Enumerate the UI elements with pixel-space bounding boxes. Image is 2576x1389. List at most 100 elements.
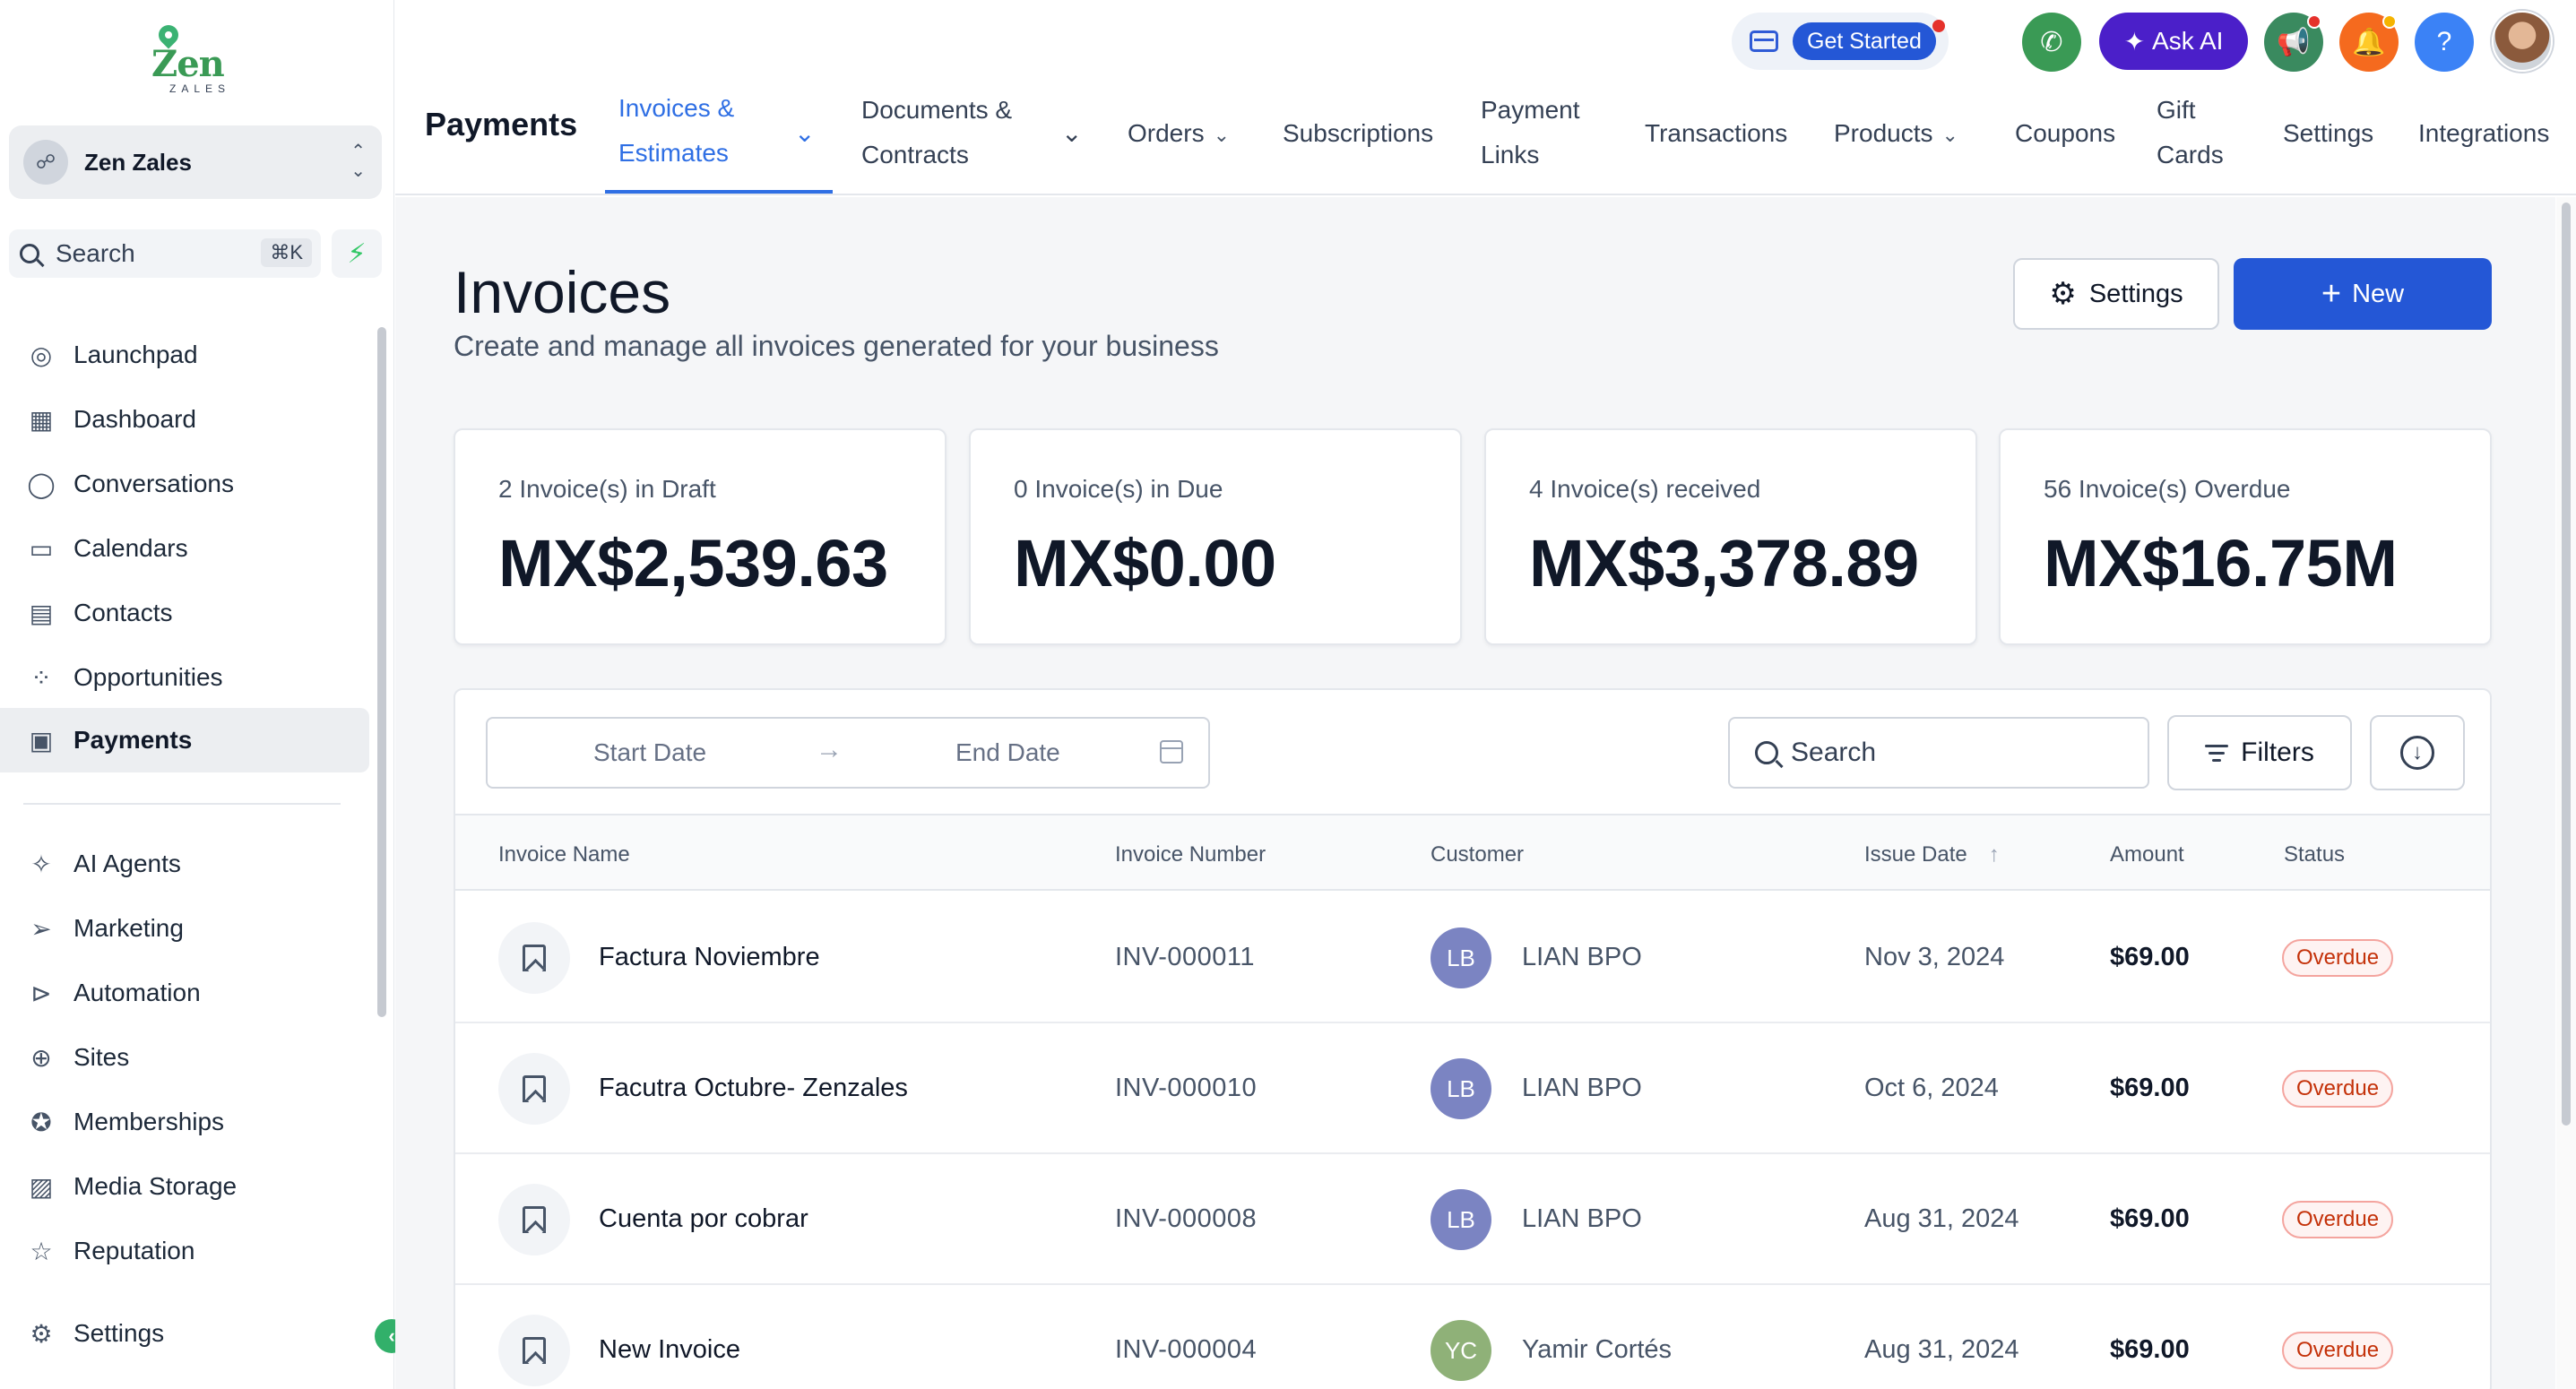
tab-label-line1: Gift bbox=[2157, 96, 2196, 124]
bell-icon: 🔔 bbox=[2352, 27, 2386, 57]
column-header-issue-date[interactable]: Issue Date ↑ bbox=[1864, 842, 2000, 867]
table-search[interactable] bbox=[1728, 717, 2149, 789]
sidebar-item-calendars[interactable]: ▭ Calendars bbox=[0, 516, 369, 581]
calendar-icon[interactable] bbox=[1160, 740, 1183, 764]
sidebar-item-reputation[interactable]: ☆ Reputation bbox=[0, 1219, 369, 1283]
new-invoice-button[interactable]: + New bbox=[2234, 258, 2492, 330]
help-button[interactable]: ? bbox=[2415, 13, 2474, 72]
invoice-name[interactable]: Facutra Octubre- Zenzales bbox=[599, 1074, 908, 1103]
globe-icon: ⊕ bbox=[30, 1043, 52, 1072]
sidebar-item-settings[interactable]: ⚙ Settings bbox=[0, 1301, 369, 1366]
stat-card-overdue[interactable]: 56 Invoice(s) Overdue MX$16.75M bbox=[1999, 428, 2492, 645]
sidebar-item-contacts[interactable]: ▤ Contacts bbox=[0, 581, 369, 645]
invoice-document-icon bbox=[498, 1053, 570, 1125]
chevron-down-icon: ⌄ bbox=[1941, 124, 1958, 146]
invoice-name[interactable]: Cuenta por cobrar bbox=[599, 1204, 808, 1234]
quick-actions-button[interactable]: ⚡ bbox=[332, 229, 382, 278]
stat-card-due[interactable]: 0 Invoice(s) in Due MX$0.00 bbox=[969, 428, 1462, 645]
stat-card-draft[interactable]: 2 Invoice(s) in Draft MX$2,539.63 bbox=[454, 428, 947, 645]
tab-orders[interactable]: Orders ⌄ bbox=[1128, 111, 1230, 158]
sidebar-item-memberships[interactable]: ✪ Memberships bbox=[0, 1090, 369, 1154]
sidebar-divider bbox=[23, 803, 341, 805]
filters-button[interactable]: Filters bbox=[2167, 715, 2352, 790]
main-scrollbar[interactable] bbox=[2556, 197, 2576, 1389]
invoice-document-icon bbox=[498, 1184, 570, 1255]
tab-integrations[interactable]: Integrations bbox=[2418, 111, 2549, 156]
column-header-status[interactable]: Status bbox=[2284, 842, 2345, 867]
table-row[interactable]: Factura Noviembre INV-000011 LB LIAN BPO… bbox=[455, 893, 2490, 1023]
stat-value: MX$16.75M bbox=[2044, 526, 2398, 600]
download-button[interactable]: ↓ bbox=[2370, 715, 2465, 790]
column-header-amount[interactable]: Amount bbox=[2110, 842, 2184, 867]
sidebar-item-payments[interactable]: ▣ Payments bbox=[0, 708, 369, 772]
account-switcher[interactable]: ☍ Zen Zales ⌃ ⌄ bbox=[9, 125, 382, 199]
zen-zales-logo[interactable]: Zen ZALES bbox=[148, 21, 238, 95]
credit-card-icon bbox=[1750, 30, 1778, 52]
ask-ai-button[interactable]: ✦ Ask AI bbox=[2099, 13, 2248, 70]
start-date-field[interactable]: Start Date bbox=[593, 738, 706, 767]
column-header-customer[interactable]: Customer bbox=[1431, 842, 1524, 867]
sidebar-item-sites[interactable]: ⊕ Sites bbox=[0, 1025, 369, 1090]
tab-products[interactable]: Products ⌄ bbox=[1834, 111, 1958, 158]
amount: $69.00 bbox=[2110, 1074, 2190, 1102]
table-row[interactable]: Cuenta por cobrar INV-000008 LB LIAN BPO… bbox=[455, 1154, 2490, 1285]
sidebar-item-marketing[interactable]: ➢ Marketing bbox=[0, 896, 369, 961]
contacts-icon: ▤ bbox=[29, 599, 54, 627]
announcements-button[interactable]: 📢 bbox=[2264, 13, 2323, 72]
end-date-field[interactable]: End Date bbox=[955, 738, 1060, 767]
search-icon bbox=[20, 244, 39, 263]
invoice-number: INV-000004 bbox=[1115, 1335, 1258, 1364]
invoice-document-icon bbox=[498, 922, 570, 994]
tab-gift-cards[interactable]: Gift Cards bbox=[2157, 88, 2224, 177]
sidebar-item-label: Launchpad bbox=[73, 341, 198, 368]
sidebar-item-dashboard[interactable]: ▦ Dashboard bbox=[0, 387, 369, 452]
tab-settings[interactable]: Settings bbox=[2283, 111, 2373, 156]
tab-documents-contracts[interactable]: Documents & Contracts bbox=[861, 88, 1012, 177]
account-name: Zen Zales bbox=[84, 148, 192, 176]
table-row[interactable]: Facutra Octubre- Zenzales INV-000010 LB … bbox=[455, 1023, 2490, 1154]
tab-subscriptions[interactable]: Subscriptions bbox=[1283, 111, 1433, 156]
column-header-invoice-name[interactable]: Invoice Name bbox=[498, 842, 630, 867]
sidebar-item-media-storage[interactable]: ▨ Media Storage bbox=[0, 1154, 369, 1219]
table-search-input[interactable] bbox=[1791, 738, 2131, 768]
sidebar-item-label: Opportunities bbox=[73, 663, 223, 691]
issue-date: Aug 31, 2024 bbox=[1864, 1335, 2019, 1364]
sidebar-item-automation[interactable]: ⊳ Automation bbox=[0, 961, 369, 1025]
user-avatar[interactable] bbox=[2492, 11, 2553, 72]
invoice-settings-button[interactable]: ⚙ Settings bbox=[2013, 258, 2219, 330]
tab-label-line1: Documents & bbox=[861, 96, 1013, 124]
main-scrollbar-thumb[interactable] bbox=[2562, 203, 2571, 1126]
table-row[interactable]: New Invoice INV-000004 YC Yamir Cortés A… bbox=[455, 1285, 2490, 1389]
sparkles-icon: ✦ bbox=[2123, 27, 2146, 56]
column-header-invoice-number[interactable]: Invoice Number bbox=[1115, 842, 1266, 867]
issue-date: Nov 3, 2024 bbox=[1864, 943, 2005, 971]
customer-avatar: LB bbox=[1431, 1058, 1491, 1119]
stat-card-received[interactable]: 4 Invoice(s) received MX$3,378.89 bbox=[1484, 428, 1977, 645]
sidebar-item-conversations[interactable]: ◯ Conversations bbox=[0, 452, 369, 516]
invoice-name[interactable]: New Invoice bbox=[599, 1335, 740, 1365]
sidebar-item-ai-agents[interactable]: ✧ AI Agents bbox=[0, 832, 369, 896]
get-started-button[interactable]: Get Started bbox=[1793, 22, 1936, 60]
filters-label: Filters bbox=[2241, 738, 2314, 767]
notifications-button[interactable]: 🔔 bbox=[2339, 13, 2399, 72]
sidebar-item-label: AI Agents bbox=[73, 850, 181, 877]
phone-button[interactable]: ✆ bbox=[2022, 13, 2081, 72]
date-range-picker[interactable]: Start Date → End Date bbox=[486, 717, 1210, 789]
chevron-down-icon[interactable]: ⌄ bbox=[1061, 111, 1082, 156]
tab-coupons[interactable]: Coupons bbox=[2015, 111, 2115, 156]
download-icon: ↓ bbox=[2400, 736, 2434, 770]
tab-payment-links[interactable]: Payment Links bbox=[1481, 88, 1580, 177]
sidebar-search[interactable]: Search ⌘K bbox=[9, 229, 321, 278]
get-started-widget[interactable]: Get Started bbox=[1732, 13, 1949, 70]
tab-transactions[interactable]: Transactions bbox=[1645, 111, 1787, 156]
invoice-name[interactable]: Factura Noviembre bbox=[599, 943, 820, 972]
sidebar-scrollbar-thumb[interactable] bbox=[377, 327, 386, 1017]
tab-label-line1: Invoices & bbox=[618, 94, 735, 122]
chevron-down-icon[interactable]: ⌄ bbox=[794, 111, 815, 156]
tab-invoices-estimates[interactable]: Invoices & Estimates bbox=[618, 86, 734, 176]
stat-value: MX$2,539.63 bbox=[498, 526, 888, 600]
sidebar-item-launchpad[interactable]: ◎ Launchpad bbox=[0, 323, 369, 387]
sort-ascending-icon[interactable]: ↑ bbox=[1989, 842, 2000, 867]
sidebar-item-opportunities[interactable]: ⁘ Opportunities bbox=[0, 645, 369, 710]
chevron-left-icon: ‹ bbox=[388, 1324, 395, 1347]
